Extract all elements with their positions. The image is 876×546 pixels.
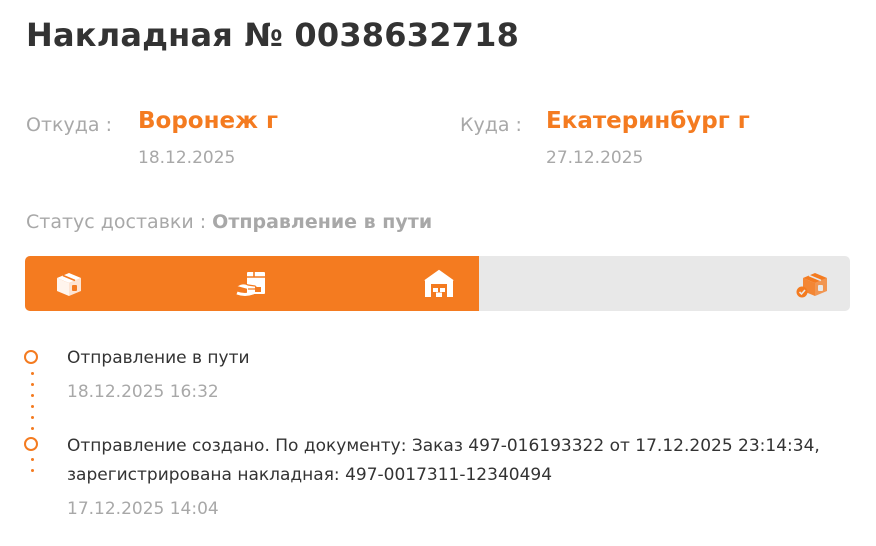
delivery-progress-bar: [25, 256, 850, 311]
destination-city: Екатеринбург г: [546, 108, 750, 134]
event-timestamp: 17.12.2025 14:04: [67, 499, 219, 519]
timeline-dot-icon: [24, 350, 38, 364]
timeline-connector: [31, 372, 34, 438]
page-title: Накладная № 0038632718: [26, 16, 520, 54]
waybill-tracking-page: Накладная № 0038632718 Откуда : Воронеж …: [0, 0, 876, 546]
status-label: Статус доставки :: [26, 211, 207, 233]
box-delivered-icon: [795, 269, 827, 299]
warehouse-icon: [423, 269, 455, 299]
hand-package-icon: [235, 269, 267, 299]
box-icon: [53, 269, 85, 299]
timeline-connector: [31, 458, 34, 480]
origin-city: Воронеж г: [138, 108, 278, 134]
event-timestamp: 18.12.2025 16:32: [67, 382, 219, 402]
timeline-dot-icon: [24, 437, 38, 451]
delivery-status: Статус доставки : Отправление в пути: [26, 211, 432, 233]
event-description-continued: зарегистрирована накладная: 497-0017311-…: [67, 465, 553, 485]
origin-label: Откуда :: [26, 114, 112, 136]
event-description: Отправление в пути: [67, 348, 250, 368]
event-description: Отправление создано. По документу: Заказ…: [67, 436, 820, 456]
destination-date: 27.12.2025: [546, 148, 644, 168]
origin-date: 18.12.2025: [138, 148, 236, 168]
destination-label: Куда :: [460, 114, 522, 136]
status-value: Отправление в пути: [212, 211, 433, 233]
